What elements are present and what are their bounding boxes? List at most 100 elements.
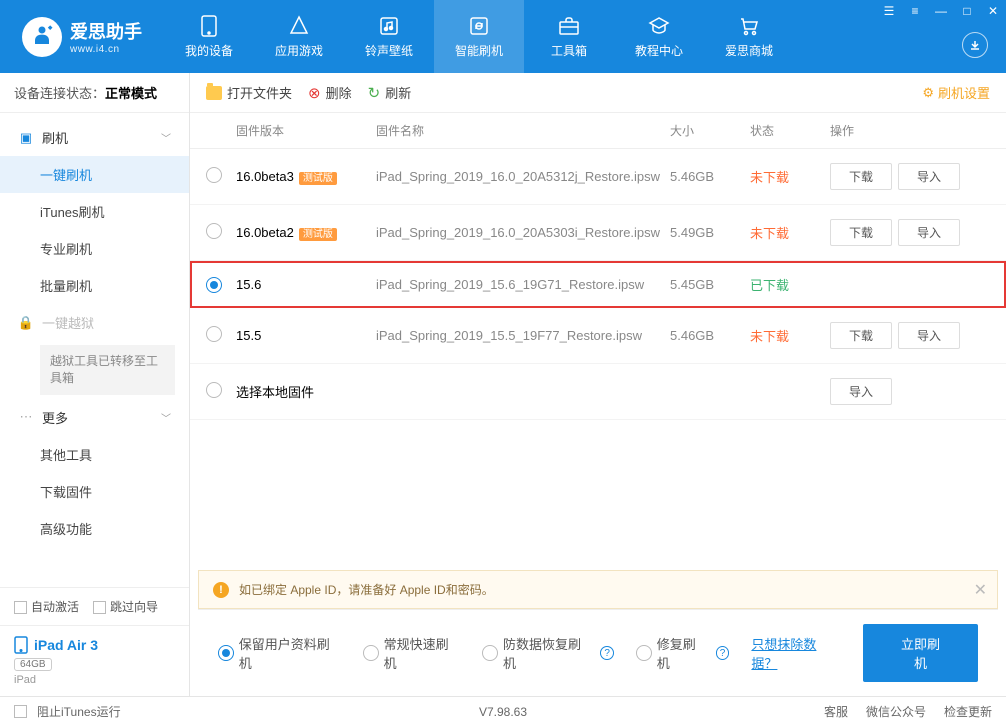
row-radio[interactable] (206, 382, 222, 398)
col-name: 固件名称 (376, 122, 670, 139)
sidebar-options: 自动激活 跳过向导 (0, 587, 189, 625)
download-circle-icon[interactable] (962, 32, 988, 58)
auto-activate-checkbox[interactable]: 自动激活 (14, 598, 79, 615)
list-icon[interactable]: ≡ (902, 0, 928, 22)
menu-icon[interactable]: ☰ (876, 0, 902, 22)
notice-close-button[interactable]: ✕ (974, 580, 987, 600)
opt-fast-flash[interactable]: 常规快速刷机 (363, 634, 460, 672)
brand-title: 爱思助手 (70, 18, 142, 44)
download-button[interactable]: 下载 (830, 163, 892, 190)
nav-store[interactable]: 爱思商城 (704, 0, 794, 73)
start-flash-button[interactable]: 立即刷机 (863, 624, 978, 682)
close-button[interactable]: ✕ (980, 0, 1006, 22)
device-type: iPad (14, 674, 175, 686)
help-icon[interactable]: ? (600, 646, 614, 660)
download-button[interactable]: 下载 (830, 219, 892, 246)
flash-settings-button[interactable]: ⚙刷机设置 (922, 83, 990, 102)
nav-apps[interactable]: 应用游戏 (254, 0, 344, 73)
row-size: 5.46GB (670, 328, 750, 343)
minimize-button[interactable]: — (928, 0, 954, 22)
sidebar-item-advanced[interactable]: 高级功能 (0, 510, 189, 547)
nav-tools[interactable]: 工具箱 (524, 0, 614, 73)
nav-ringtones[interactable]: 铃声壁纸 (344, 0, 434, 73)
device-name[interactable]: iPad Air 3 (14, 636, 175, 654)
sidebar-item-oneclick-flash[interactable]: 一键刷机 (0, 156, 189, 193)
status-bar: 阻止iTunes运行 V7.98.63 客服 微信公众号 检查更新 (0, 696, 1006, 726)
nav-my-device[interactable]: 我的设备 (164, 0, 254, 73)
nav-flash[interactable]: 智能刷机 (434, 0, 524, 73)
main-content: 打开文件夹 ⊗删除 ↻刷新 ⚙刷机设置 固件版本 固件名称 大小 状态 操作 1… (190, 73, 1006, 696)
block-itunes-checkbox[interactable]: 阻止iTunes运行 (14, 703, 121, 720)
table-row[interactable]: 15.6 iPad_Spring_2019_15.6_19G71_Restore… (190, 261, 1006, 308)
app-version: V7.98.63 (479, 705, 527, 719)
row-size: 5.45GB (670, 277, 750, 292)
row-radio[interactable] (206, 223, 222, 239)
device-panel: iPad Air 3 64GB iPad (0, 625, 189, 696)
close-circle-icon: ⊗ (308, 84, 321, 102)
lock-icon: 🔒 (18, 315, 34, 331)
opt-keep-data[interactable]: 保留用户资料刷机 (218, 634, 341, 672)
warning-icon: ! (213, 582, 229, 598)
wechat-link[interactable]: 微信公众号 (866, 703, 926, 720)
row-status: 未下载 (750, 223, 830, 242)
service-link[interactable]: 客服 (824, 703, 848, 720)
maximize-button[interactable]: □ (954, 0, 980, 22)
sidebar-item-pro-flash[interactable]: 专业刷机 (0, 230, 189, 267)
refresh-icon (468, 15, 490, 37)
table-row[interactable]: 16.0beta2测试版 iPad_Spring_2019_16.0_20A53… (190, 205, 1006, 261)
row-version: 15.6 (236, 277, 376, 292)
col-version: 固件版本 (236, 122, 376, 139)
row-local-label: 选择本地固件 (236, 382, 376, 401)
import-button[interactable]: 导入 (898, 219, 960, 246)
sidebar-group-jailbreak[interactable]: 🔒 一键越狱 (0, 304, 189, 341)
import-button[interactable]: 导入 (898, 322, 960, 349)
opt-anti-recover[interactable]: 防数据恢复刷机? (482, 634, 614, 672)
help-icon[interactable]: ? (716, 646, 730, 660)
notice-bar: ! 如已绑定 Apple ID，请准备好 Apple ID和密码。 ✕ (198, 570, 998, 609)
download-button[interactable]: 下载 (830, 322, 892, 349)
opt-repair[interactable]: 修复刷机? (636, 634, 729, 672)
folder-icon (206, 86, 222, 100)
table-row[interactable]: 16.0beta3测试版 iPad_Spring_2019_16.0_20A53… (190, 149, 1006, 205)
table-row-local[interactable]: 选择本地固件 导入 (190, 364, 1006, 420)
toolbox-icon (558, 15, 580, 37)
row-status: 已下载 (750, 275, 830, 294)
logo-icon (22, 17, 62, 57)
chevron-down-icon: ﹀ (161, 410, 171, 425)
beta-badge: 测试版 (299, 172, 337, 185)
table-row[interactable]: 15.5 iPad_Spring_2019_15.5_19F77_Restore… (190, 308, 1006, 364)
logo[interactable]: 爱思助手 www.i4.cn (0, 0, 164, 73)
row-version: 16.0beta3测试版 (236, 169, 376, 184)
sidebar-item-batch-flash[interactable]: 批量刷机 (0, 267, 189, 304)
firmware-rows: 16.0beta3测试版 iPad_Spring_2019_16.0_20A53… (190, 149, 1006, 420)
import-button[interactable]: 导入 (830, 378, 892, 405)
row-filename: iPad_Spring_2019_16.0_20A5312j_Restore.i… (376, 169, 670, 184)
row-radio[interactable] (206, 326, 222, 342)
row-size: 5.49GB (670, 225, 750, 240)
row-size: 5.46GB (670, 169, 750, 184)
skip-guide-checkbox[interactable]: 跳过向导 (93, 598, 158, 615)
row-filename: iPad_Spring_2019_15.6_19G71_Restore.ipsw (376, 277, 670, 292)
sidebar-item-download-fw[interactable]: 下载固件 (0, 473, 189, 510)
cart-icon (738, 15, 760, 37)
import-button[interactable]: 导入 (898, 163, 960, 190)
jailbreak-note: 越狱工具已转移至工具箱 (40, 345, 175, 395)
row-radio[interactable] (206, 277, 222, 293)
update-link[interactable]: 检查更新 (944, 703, 992, 720)
row-ops: 下载导入 (830, 163, 990, 190)
sidebar-group-more[interactable]: ⋯ 更多 ﹀ (0, 399, 189, 436)
sidebar-group-flash[interactable]: ▣ 刷机 ﹀ (0, 119, 189, 156)
device-capacity: 64GB (14, 658, 52, 671)
open-folder-button[interactable]: 打开文件夹 (206, 83, 292, 102)
delete-button[interactable]: ⊗删除 (308, 83, 352, 102)
window-controls: ☰ ≡ — □ ✕ (876, 0, 1006, 22)
table-header: 固件版本 固件名称 大小 状态 操作 (190, 113, 1006, 149)
nav-tutorials[interactable]: 教程中心 (614, 0, 704, 73)
sidebar-item-itunes-flash[interactable]: iTunes刷机 (0, 193, 189, 230)
row-radio[interactable] (206, 167, 222, 183)
row-filename: iPad_Spring_2019_16.0_20A5303i_Restore.i… (376, 225, 670, 240)
row-filename: iPad_Spring_2019_15.5_19F77_Restore.ipsw (376, 328, 670, 343)
refresh-button[interactable]: ↻刷新 (368, 83, 412, 102)
sidebar-item-other-tools[interactable]: 其他工具 (0, 436, 189, 473)
erase-link[interactable]: 只想抹除数据？ (751, 634, 840, 672)
